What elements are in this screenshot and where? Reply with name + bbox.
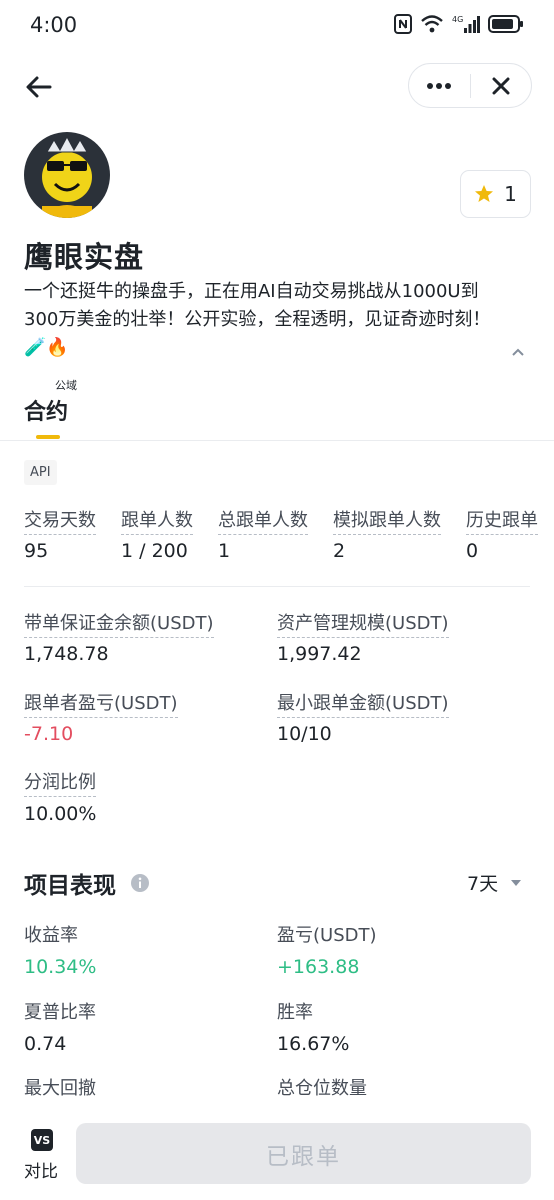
roi-value: 10.34% [24, 956, 97, 978]
public-domain-tag: 公域 [55, 379, 77, 392]
svg-text:4G: 4G [452, 15, 463, 24]
margin-balance-label[interactable]: 带单保证金余额(USDT) [24, 609, 214, 638]
sharpe-value: 0.74 [24, 1033, 67, 1055]
collapse-bio-button[interactable] [510, 343, 526, 356]
min-copy-amount-value: 10/10 [277, 723, 332, 745]
info-button[interactable] [130, 873, 150, 893]
favorite-button[interactable]: 1 [460, 170, 531, 218]
status-icons: 4G [394, 14, 524, 34]
signal-4g-icon: 4G [452, 15, 480, 33]
follower-pnl-label[interactable]: 跟单者盈亏(USDT) [24, 689, 178, 718]
win-rate-value: 16.67% [277, 1033, 350, 1055]
stat-label-followers[interactable]: 跟单人数 [121, 506, 193, 535]
pnl-value: +163.88 [277, 956, 360, 978]
compare-label[interactable]: 对比 [24, 1157, 58, 1182]
period-value: 7天 [467, 873, 499, 895]
stat-value-trading-days: 95 [24, 540, 49, 562]
chevron-up-icon [512, 348, 524, 356]
wifi-icon [421, 15, 443, 33]
profit-share-value: 10.00% [24, 803, 97, 825]
arrow-left-icon [26, 76, 52, 98]
stat-value-total-followers: 1 [218, 540, 231, 562]
total-positions-label: 总仓位数量 [277, 1078, 367, 1099]
more-button[interactable] [409, 64, 470, 107]
caret-down-icon [511, 879, 522, 886]
compare-vs-icon[interactable]: VS [31, 1129, 53, 1151]
min-copy-amount-label[interactable]: 最小跟单金额(USDT) [277, 689, 449, 718]
stat-label-total-followers[interactable]: 总跟单人数 [218, 506, 308, 535]
roi-label: 收益率 [24, 925, 78, 946]
period-selector[interactable]: 7天 [467, 869, 522, 896]
avatar[interactable] [24, 132, 110, 218]
trader-bio: 一个还挺牛的操盘手，正在用AI自动交易挑战从1000U到300万美金的壮举！公开… [24, 281, 491, 358]
aum-label[interactable]: 资产管理规模(USDT) [277, 609, 449, 638]
close-button[interactable] [471, 64, 532, 107]
tab-contract[interactable]: 合约 [24, 394, 68, 426]
stat-label-trading-days[interactable]: 交易天数 [24, 506, 96, 535]
nfc-icon [394, 14, 412, 34]
margin-balance-value: 1,748.78 [24, 643, 109, 665]
stat-history-clip: 历史跟单 [466, 506, 554, 535]
pnl-label: 盈亏(USDT) [277, 925, 377, 946]
performance-title: 项目表现 [24, 873, 116, 899]
stat-value-followers: 1 / 200 [121, 540, 188, 562]
favorite-count: 1 [504, 182, 517, 206]
back-button[interactable] [24, 72, 54, 102]
follower-pnl-value: -7.10 [24, 723, 74, 745]
aum-value: 1,997.42 [277, 643, 362, 665]
max-drawdown-label: 最大回撤 [24, 1078, 96, 1099]
tab-divider [0, 440, 554, 441]
stat-value-history-followers: 0 [466, 540, 479, 562]
tab-active-indicator [36, 435, 60, 439]
info-icon [131, 874, 149, 892]
stat-value-mock-followers: 2 [333, 540, 346, 562]
profit-share-label[interactable]: 分润比例 [24, 768, 96, 797]
stats-divider [24, 586, 530, 587]
trader-name: 鹰眼实盘 [24, 240, 145, 274]
followed-button[interactable]: 已跟单 [76, 1123, 531, 1184]
win-rate-label: 胜率 [277, 1002, 313, 1023]
status-time: 4:00 [30, 13, 78, 37]
more-dots-icon [427, 82, 452, 89]
header-menu-pill [408, 63, 532, 108]
star-icon [475, 185, 494, 202]
battery-icon [488, 15, 523, 33]
smiley-hodl-avatar-icon [24, 132, 110, 218]
close-icon [492, 77, 510, 94]
api-badge: API [24, 460, 57, 485]
stat-label-history-followers[interactable]: 历史跟单 [466, 506, 538, 535]
stat-label-mock-followers[interactable]: 模拟跟单人数 [333, 506, 441, 535]
sharpe-label: 夏普比率 [24, 1002, 96, 1023]
